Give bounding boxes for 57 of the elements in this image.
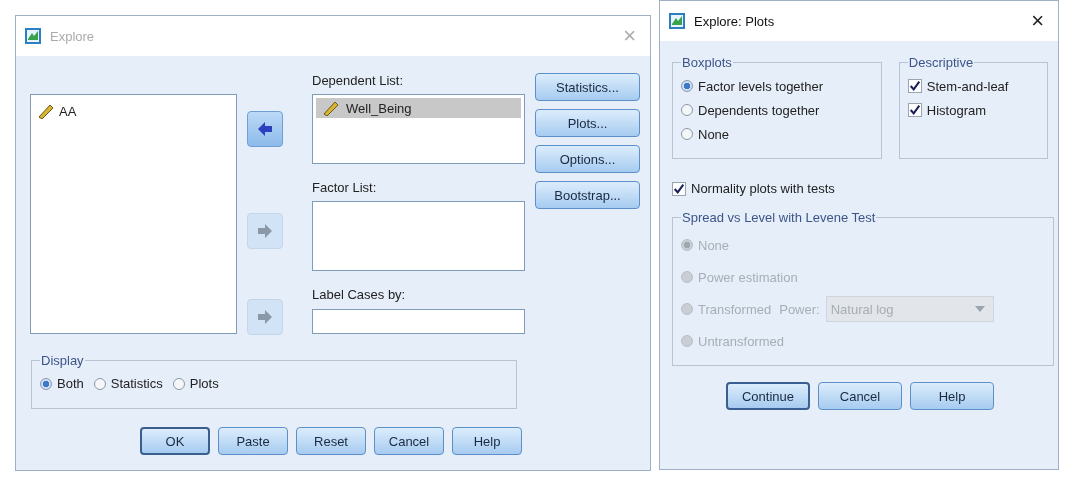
option-label[interactable]: Plots xyxy=(189,376,219,391)
factor-list[interactable] xyxy=(312,201,525,271)
checkbox[interactable] xyxy=(907,79,922,93)
list-item[interactable]: Well_Being xyxy=(316,98,521,118)
variable-list[interactable]: AA xyxy=(30,94,237,334)
option-label[interactable]: Normality plots with tests xyxy=(691,181,835,196)
factor-list-label: Factor List: xyxy=(312,179,378,197)
option-label[interactable]: Stem-and-leaf xyxy=(926,78,1009,94)
group-label: Boxplots xyxy=(681,55,733,70)
label-cases-label: Label Cases by: xyxy=(312,286,407,304)
radio-button[interactable] xyxy=(40,377,52,390)
radio-button[interactable] xyxy=(681,104,693,116)
variable-name: Well_Being xyxy=(346,100,412,116)
dialog-button[interactable]: Statistics... xyxy=(535,73,640,101)
close-button[interactable]: × xyxy=(1025,8,1050,34)
arrow-icon xyxy=(257,310,273,324)
app-icon xyxy=(668,12,686,30)
variable-name[interactable]: AA xyxy=(59,103,77,119)
option-label[interactable]: Both xyxy=(57,376,84,391)
option-label[interactable]: Dependents together xyxy=(698,102,820,118)
option-label[interactable]: Histogram xyxy=(926,102,987,118)
group-label: Display xyxy=(40,353,85,368)
option-label[interactable]: None xyxy=(698,126,730,142)
label-cases-field[interactable] xyxy=(312,309,525,334)
dialog-button[interactable]: Plots... xyxy=(535,109,640,137)
dependent-list-label: Dependent List: xyxy=(312,72,405,90)
radio-button[interactable] xyxy=(681,128,693,140)
dialog-button[interactable]: Options... xyxy=(535,145,640,173)
window-title: Explore xyxy=(50,28,96,44)
checkbox[interactable] xyxy=(672,181,686,196)
checkbox[interactable] xyxy=(907,103,922,117)
window-title: Explore: Plots xyxy=(694,13,776,29)
dialog-button[interactable]: OK xyxy=(140,427,210,455)
ruler-icon xyxy=(37,103,55,119)
dependent-list[interactable]: Well_Being xyxy=(312,94,525,164)
power-label: Power: xyxy=(779,301,820,317)
radio-button[interactable] xyxy=(172,377,185,390)
ruler-icon xyxy=(322,100,340,116)
dialog-button[interactable]: Cancel xyxy=(818,382,902,410)
dialog-button[interactable]: Help xyxy=(452,427,522,455)
dialog-button[interactable]: Cancel xyxy=(374,427,444,455)
dialog-button[interactable]: Continue xyxy=(726,382,810,410)
arrow-icon xyxy=(257,224,273,238)
option-label[interactable]: Factor levels together xyxy=(698,78,823,94)
dialog-button[interactable]: Paste xyxy=(218,427,288,455)
radio-button[interactable] xyxy=(93,377,106,390)
arrow-icon xyxy=(257,122,273,136)
group-label: Spread vs Level with Levene Test xyxy=(681,210,877,225)
caret-icon xyxy=(974,306,985,312)
move-button[interactable] xyxy=(247,111,283,147)
dialog-button[interactable]: Help xyxy=(910,382,994,410)
dialog-button[interactable]: Reset xyxy=(296,427,366,455)
dialog-button[interactable]: Bootstrap... xyxy=(535,181,640,209)
group-label: Descriptive xyxy=(907,55,975,70)
option-label[interactable]: Statistics xyxy=(110,376,163,391)
radio-button[interactable] xyxy=(681,80,693,92)
app-icon xyxy=(24,27,42,45)
